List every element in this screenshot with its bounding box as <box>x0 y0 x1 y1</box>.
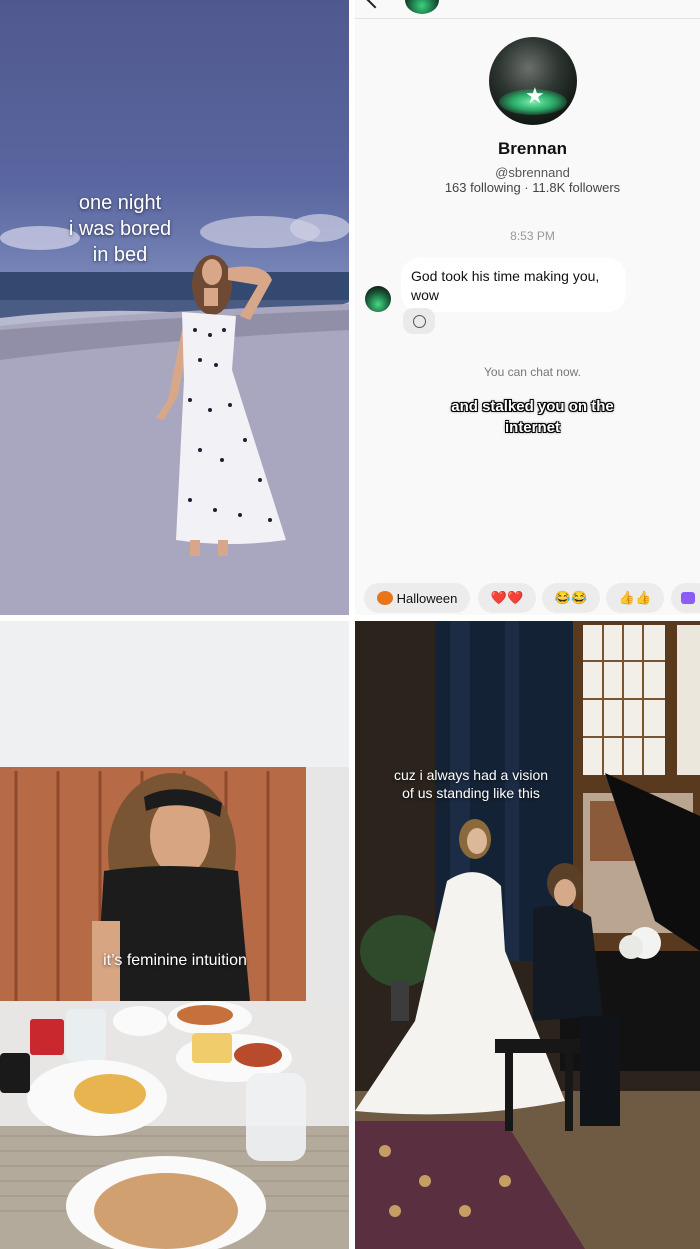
profile-name: Brennan <box>498 139 567 158</box>
sticker-icon <box>681 592 695 604</box>
profile-stats: 163 following · 11.8K followers <box>444 180 621 195</box>
hearts-emoji: ❤️❤️ <box>490 590 524 605</box>
caption-feminine-intuition: it’s feminine intuition <box>103 952 247 969</box>
thumbs-emoji: 👍👍 <box>618 590 652 605</box>
back-chevron-icon[interactable] <box>366 0 384 9</box>
beach-photo-panel: one night i was bored in bed <box>0 0 349 615</box>
caption-vision: cuz i always had a vision of us standing… <box>393 767 549 801</box>
header-avatar[interactable] <box>405 0 439 14</box>
wedding-photo-panel: cuz i always had a vision of us standing… <box>355 621 700 1249</box>
message-bubble[interactable]: God took his time making you, wow <box>401 258 626 312</box>
chip-thumbs[interactable]: 👍👍 <box>606 583 664 613</box>
sender-avatar[interactable] <box>365 286 391 312</box>
restaurant-photo-panel: it’s feminine intuition <box>0 621 349 1249</box>
profile-avatar[interactable]: ★ <box>489 37 577 125</box>
overlay-caption: and stalked you on the internet <box>451 398 614 436</box>
chip-halloween[interactable]: Halloween <box>364 583 470 613</box>
system-note: You can chat now. <box>484 365 581 379</box>
add-reaction-icon[interactable] <box>403 308 435 334</box>
caption-one-night: one night i was bored in bed <box>68 192 172 266</box>
restaurant-scene <box>0 621 349 1249</box>
profile-handle: @sbrennand <box>495 165 570 180</box>
message-timestamp: 8:53 PM <box>510 229 555 243</box>
star-icon: ★ <box>525 83 545 108</box>
chat-screenshot-panel: ★ Brennan @sbrennand 163 following · 11.… <box>355 0 700 615</box>
chip-hearts[interactable]: ❤️❤️ <box>478 583 536 613</box>
laugh-emoji: 😂😂 <box>554 590 588 605</box>
wedding-scene <box>355 621 700 1249</box>
chat-header-bar <box>355 0 700 19</box>
beach-scene <box>0 214 349 615</box>
pumpkin-icon <box>376 591 393 605</box>
chip-laugh[interactable]: 😂😂 <box>542 583 600 613</box>
chip-partial[interactable] <box>671 583 700 613</box>
